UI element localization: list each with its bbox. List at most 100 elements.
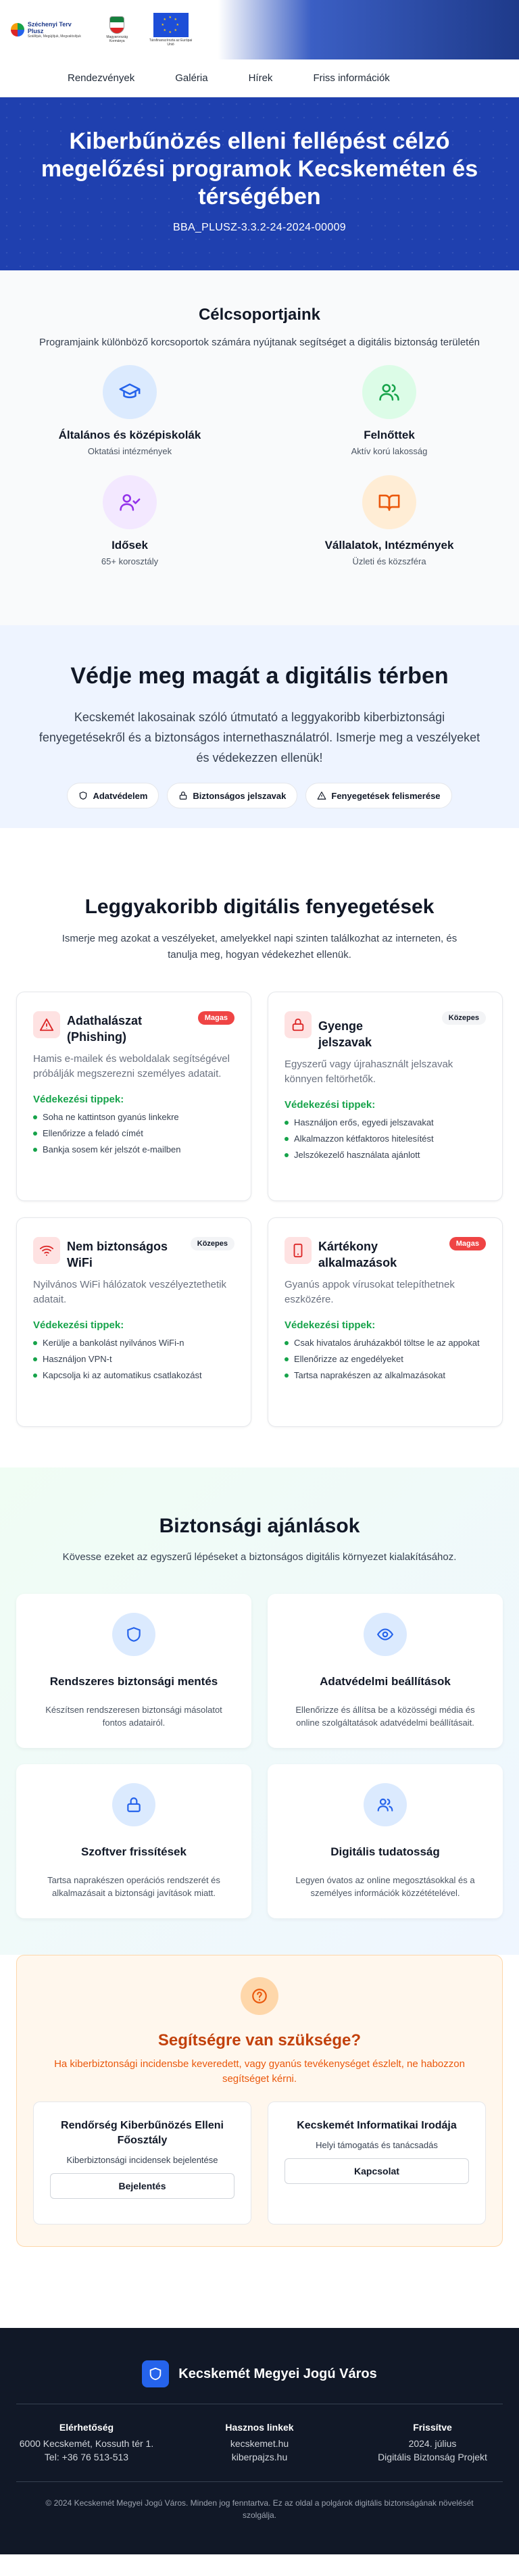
groups-subtitle: Programjaink különböző korcsoportok szám…	[39, 337, 480, 348]
rec-description: Ellenőrizze és állítsa be a közösségi mé…	[295, 1705, 475, 1728]
project-code: BBA_PLUSZ-3.3.2-24-2024-00009	[173, 222, 346, 233]
tips-label: Védekezési tippek:	[33, 1319, 124, 1331]
group-schools: Általános és középiskolák Oktatási intéz…	[0, 365, 260, 456]
tip-item: Használjon VPN-t	[33, 1354, 234, 1365]
tips-label: Védekezési tippek:	[285, 1099, 376, 1111]
help-card-name: Rendőrség Kiberbűnözés Elleni Főosztály	[61, 2120, 224, 2146]
group-title: Felnőttek	[364, 429, 415, 441]
footer-divider	[16, 2481, 503, 2482]
tip-item: Soha ne kattintson gyanús linkekre	[33, 1112, 234, 1123]
group-companies: Vállalatok, Intézmények Üzleti és közszf…	[260, 475, 519, 566]
contact-button[interactable]: Kapcsolat	[285, 2158, 469, 2184]
main-nav: Rendezvények Galéria Hírek Friss informá…	[0, 59, 519, 97]
help-text: Ha kiberbiztonsági incidensbe keveredett…	[54, 2058, 465, 2085]
hero-title: Kiberbűnözés elleni fellépést célzó mege…	[41, 128, 478, 210]
group-subtitle: Oktatási intézmények	[87, 446, 172, 456]
rec-title: Adatvédelmi beállítások	[320, 1675, 451, 1688]
pill-label: Fenyegetések felismerése	[331, 790, 441, 801]
footer-col-contact: Elérhetőség 6000 Kecskemét, Kossuth tér …	[0, 2422, 173, 2464]
warning-icon	[33, 1011, 60, 1038]
footer-col-links: Hasznos linkek kecskemet.hu kiberpajzs.h…	[173, 2422, 346, 2464]
rec-card-updates: Szoftver frissítések Tartsa naprakészen …	[16, 1764, 251, 1918]
group-subtitle: 65+ korosztály	[101, 556, 159, 566]
tip-item: Bankja sosem kér jelszót e-mailben	[33, 1144, 234, 1155]
threat-title: Kártékony alkalmazások	[318, 1240, 397, 1269]
help-circle-icon	[241, 1977, 278, 2015]
lock-icon	[285, 1011, 312, 1038]
protect-section: Védje meg magát a digitális térben Kecsk…	[0, 625, 519, 828]
coat-of-arms-icon	[109, 16, 125, 34]
tips-label: Védekezési tippek:	[285, 1319, 376, 1331]
government-logo-sub: Magyarország Kormánya	[106, 35, 128, 43]
logo-strip: Széchenyi Terv Plusz Szállítjuk, Megújít…	[7, 4, 196, 55]
threats-title: Leggyakoribb digitális fenyegetések	[84, 896, 435, 918]
tip-item: Kerülje a bankolást nyilvános WiFi-n	[33, 1338, 234, 1348]
footer-col-heading: Frissítve	[413, 2422, 452, 2433]
footer-phone: Tel: +36 76 513-513	[44, 2452, 129, 2462]
tip-item: Jelszókezelő használata ajánlott	[285, 1150, 486, 1161]
group-subtitle: Aktív korú lakosság	[351, 446, 428, 456]
threat-card-phishing: Adathalászat (Phishing) Magas Hamis e-ma…	[16, 992, 251, 1201]
threats-section: Leggyakoribb digitális fenyegetések Isme…	[0, 828, 519, 1467]
footer-address: 6000 Kecskemét, Kossuth tér 1.	[19, 2438, 154, 2449]
szechenyi-mark-icon	[11, 23, 24, 37]
rec-title: Digitális tudatosság	[330, 1845, 440, 1858]
government-logo: Magyarország Kormánya	[98, 16, 136, 43]
users-icon	[364, 1783, 407, 1826]
pill-safe-passwords: Biztonságos jelszavak	[167, 783, 298, 808]
help-card-description: Kiberbiztonsági incidensek bejelentése	[66, 2155, 218, 2165]
rec-description: Készítsen rendszeresen biztonsági másola…	[45, 1705, 222, 1728]
help-card-name: Kecskemét Informatikai Irodája	[297, 2120, 457, 2131]
protect-text: Kecskemét lakosainak szóló útmutató a le…	[39, 710, 480, 764]
tip-item: Tartsa naprakészen az alkalmazásokat	[285, 1370, 486, 1381]
footer-link-kecskemet[interactable]: kecskemet.hu	[173, 2437, 346, 2450]
report-button[interactable]: Bejelentés	[50, 2173, 234, 2199]
szechenyi-logo: Széchenyi Terv Plusz Szállítjuk, Megújít…	[11, 21, 89, 39]
rec-description: Tartsa naprakészen operációs rendszerét …	[47, 1875, 220, 1898]
eu-flag-icon: ★ ★ ★ ★ ★ ★ ★ ★	[153, 13, 189, 37]
nav-item-events[interactable]: Rendezvények	[68, 72, 134, 84]
threat-description: Nyilvános WiFi hálózatok veszélyeztethet…	[33, 1279, 226, 1305]
recs-title: Biztonsági ajánlások	[159, 1515, 360, 1537]
eu-logo: ★ ★ ★ ★ ★ ★ ★ ★ Társfinanszírozta az Európai Un…	[145, 13, 196, 47]
lock-icon	[180, 792, 187, 800]
severity-badge: Magas	[197, 1011, 234, 1025]
pill-data-protection: Adatvédelem	[67, 783, 159, 808]
footer-col-heading: Elérhetőség	[59, 2422, 114, 2433]
eye-icon	[364, 1613, 407, 1656]
eu-logo-sub: Társfinanszírozta az Európai Unió	[149, 39, 193, 47]
tips-label: Védekezési tippek:	[33, 1094, 124, 1105]
footer-col-heading: Hasznos linkek	[225, 2422, 294, 2433]
threat-title: Nem biztonságos WiFi	[67, 1240, 168, 1269]
pill-label: Biztonságos jelszavak	[193, 790, 287, 801]
szechenyi-logo-title: Széchenyi Terv Plusz	[27, 21, 72, 34]
tip-item: Csak hivatalos áruházakból töltse le az …	[285, 1338, 486, 1348]
user-check-icon	[103, 475, 157, 529]
threat-card-weak-passwords: Gyenge jelszavak Közepes Egyszerű vagy ú…	[268, 992, 503, 1201]
footer-updated-date: 2024. július	[408, 2438, 457, 2449]
threat-card-malicious-apps: Kártékony alkalmazások Magas Gyanús appo…	[268, 1217, 503, 1427]
threat-description: Hamis e-mailek és weboldalak segítségéve…	[33, 1053, 230, 1079]
footer: Kecskemét Megyei Jogú Város Elérhetőség …	[0, 2328, 519, 2554]
nav-item-news[interactable]: Hírek	[249, 72, 273, 84]
lock-icon	[112, 1783, 155, 1826]
recommendations-section: Biztonsági ajánlások Kövesse ezeket az e…	[0, 1467, 519, 1955]
hero: Kiberbűnözés elleni fellépést célzó mege…	[0, 97, 519, 270]
tip-item: Alkalmazzon kétfaktoros hitelesítést	[285, 1134, 486, 1144]
warning-icon	[317, 792, 326, 800]
tip-item: Ellenőrizze a feladó címét	[33, 1128, 234, 1139]
pill-label: Adatvédelem	[93, 790, 148, 801]
threat-description: Gyanús appok vírusokat telepíthetnek esz…	[285, 1279, 455, 1305]
tip-item: Ellenőrizze az engedélyeket	[285, 1354, 486, 1365]
tip-item: Használjon erős, egyedi jelszavakat	[285, 1117, 486, 1128]
graduation-cap-icon	[103, 365, 157, 419]
footer-link-kiberpajzs[interactable]: kiberpajzs.hu	[173, 2450, 346, 2464]
help-title: Segítségre van szüksége?	[157, 2031, 362, 2049]
rec-title: Szoftver frissítések	[81, 1845, 187, 1858]
book-open-icon	[362, 475, 416, 529]
nav-item-gallery[interactable]: Galéria	[175, 72, 207, 84]
threat-card-unsafe-wifi: Nem biztonságos WiFi Közepes Nyilvános W…	[16, 1217, 251, 1427]
rec-description: Legyen óvatos az online megosztásokkal é…	[295, 1875, 475, 1898]
nav-item-latest-info[interactable]: Friss információk	[313, 72, 389, 84]
help-section: Segítségre van szüksége? Ha kiberbiztons…	[0, 1955, 519, 2328]
